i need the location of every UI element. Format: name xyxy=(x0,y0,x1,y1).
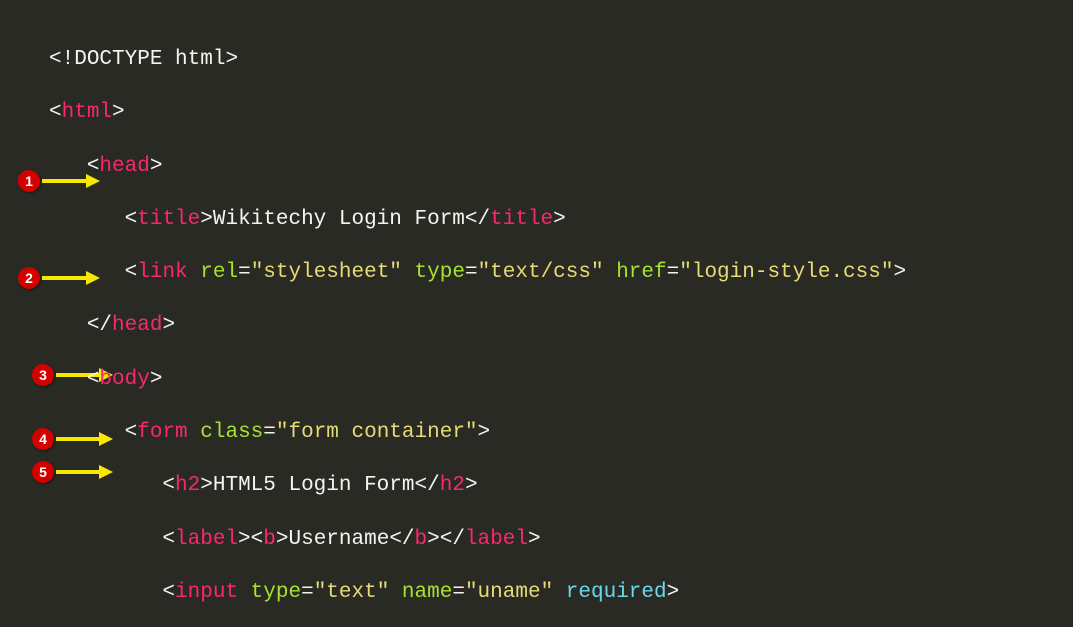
code-line: <!DOCTYPE html> xyxy=(49,44,906,76)
code-line: <form class="form container"> xyxy=(49,417,906,449)
code-line: <title>Wikitechy Login Form</title> xyxy=(49,204,906,236)
annotation-badge-2: 2 xyxy=(18,267,40,289)
annotation-badge-1: 1 xyxy=(18,170,40,192)
code-block: <!DOCTYPE html> <html> <head> <title>Wik… xyxy=(49,23,906,627)
code-line: <body> xyxy=(49,364,906,396)
code-line: <html> xyxy=(49,97,906,129)
code-line: <input type="text" name="uname" required… xyxy=(49,577,906,609)
code-line: <head> xyxy=(49,151,906,183)
code-line: <label><b>Username</b></label> xyxy=(49,524,906,556)
code-line: <h2>HTML5 Login Form</h2> xyxy=(49,470,906,502)
code-line: </head> xyxy=(49,310,906,342)
code-screenshot: 1 2 3 4 5 <!DOCTYPE html> <html> <head> … xyxy=(0,0,1073,627)
code-line: <link rel="stylesheet" type="text/css" h… xyxy=(49,257,906,289)
